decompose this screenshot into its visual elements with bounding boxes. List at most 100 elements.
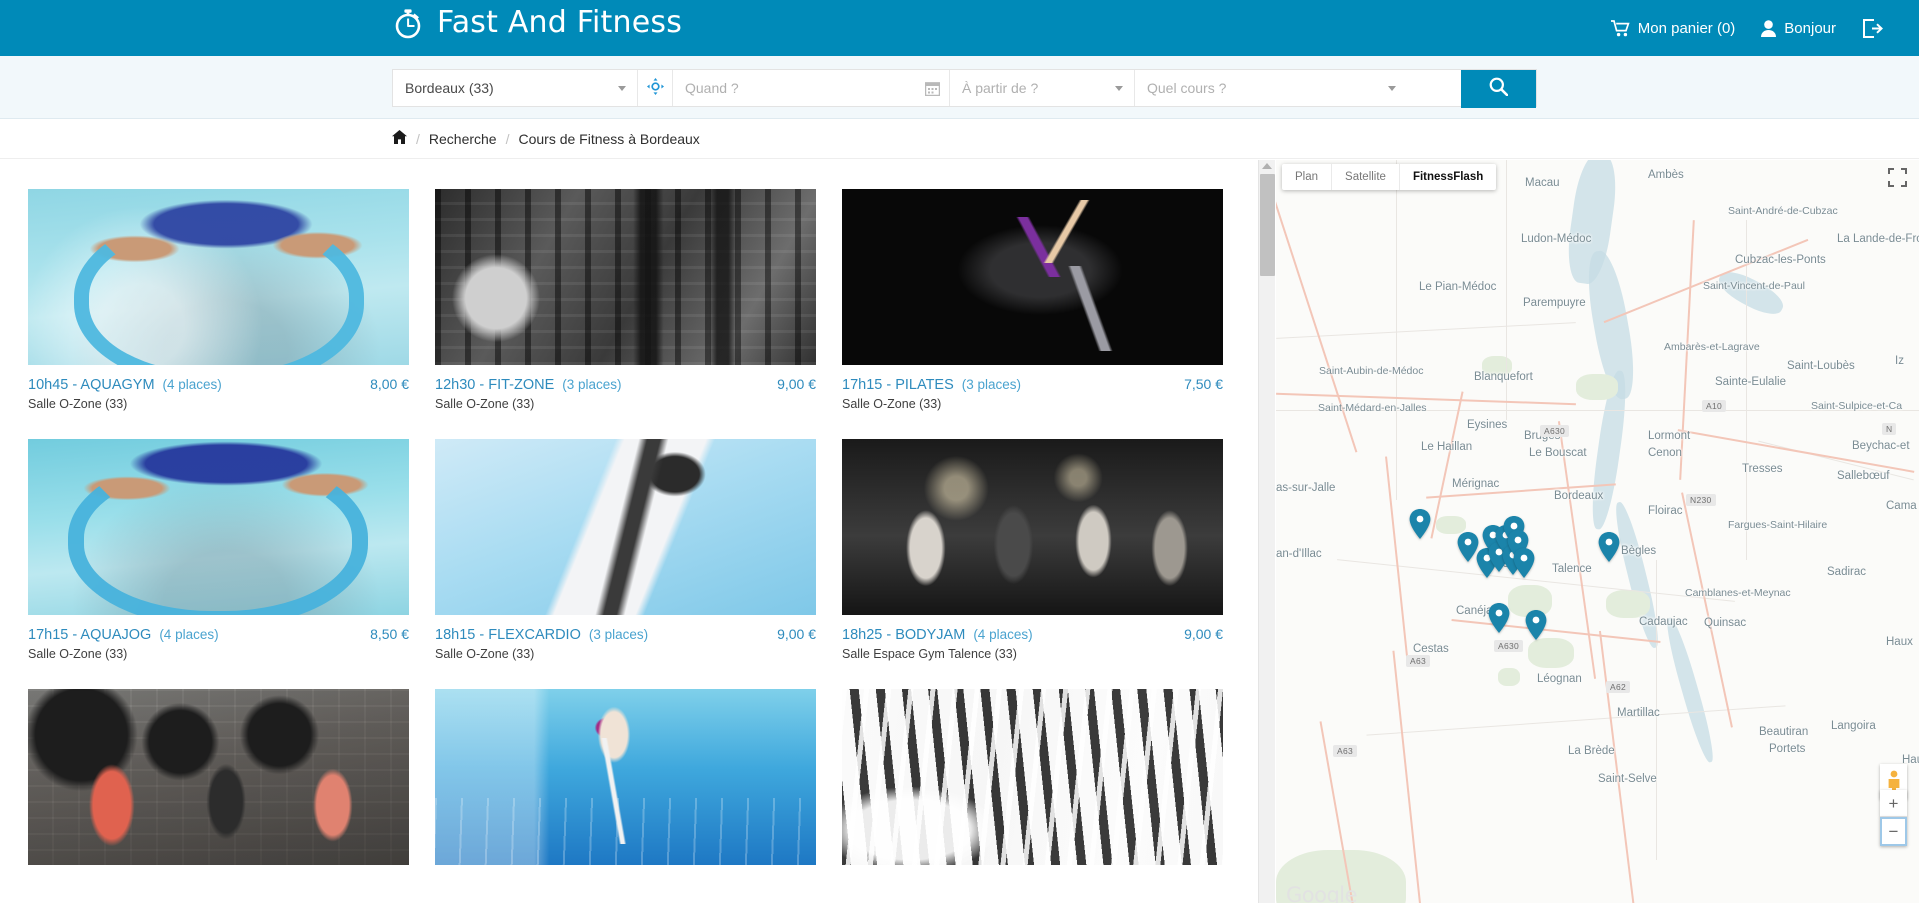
crosshair-icon (646, 78, 664, 98)
geolocate-button[interactable] (638, 70, 673, 106)
course-card[interactable]: 17h15 - PILATES (3 places) 7,50 € Salle … (842, 189, 1223, 411)
map-zoom-controls: + − (1880, 790, 1907, 846)
results-panel: 10h45 - AQUAGYM (4 places) 8,00 € Salle … (0, 160, 1258, 903)
map-tab-satellite[interactable]: Satellite (1332, 164, 1400, 190)
map-marker-pin[interactable] (1409, 509, 1431, 539)
map-place-label: La Brède (1568, 745, 1615, 757)
course-card[interactable]: 12h30 - FIT-ZONE (3 places) 9,00 € Salle… (435, 189, 816, 411)
fullscreen-icon[interactable] (1888, 168, 1907, 187)
map-green-area (1498, 668, 1520, 686)
greeting-label: Bonjour (1784, 19, 1836, 37)
results-scrollbar[interactable] (1258, 160, 1275, 903)
cart-button[interactable]: Mon panier (0) (1610, 19, 1736, 37)
map-place-label: Bègles (1621, 545, 1657, 557)
map-place-label: Saint-Loubès (1787, 360, 1855, 372)
course-price: 8,50 € (370, 626, 409, 642)
map-marker-pin[interactable] (1598, 532, 1620, 562)
map-panel[interactable]: Plan Satellite FitnessFlash Macau Ambès Sa… (1276, 160, 1919, 903)
map-place-label: Eysines (1467, 419, 1508, 431)
breadcrumb-item-recherche[interactable]: Recherche (429, 131, 497, 147)
course-card[interactable]: 18h15 - FLEXCARDIO (3 places) 9,00 € Sal… (435, 439, 816, 661)
city-select[interactable]: Bordeaux (33) (393, 70, 638, 106)
scroll-up-arrow-icon[interactable] (1262, 163, 1272, 169)
map-place-label: as-sur-Jalle (1276, 482, 1336, 494)
map-place-label: Quinsac (1704, 617, 1747, 629)
course-card[interactable]: 10h45 - AQUAGYM (4 places) 8,00 € Salle … (28, 189, 409, 411)
map-marker-pin[interactable] (1525, 610, 1547, 640)
course-venue: Salle O-Zone (33) (28, 647, 128, 661)
brand-name: Fast And Fitness (437, 5, 683, 40)
from-time-select[interactable]: À partir de ? (950, 70, 1135, 106)
map-place-label: Ambès (1648, 169, 1684, 181)
logout-button[interactable] (1862, 18, 1883, 38)
course-title: 10h45 - AQUAGYM (28, 377, 155, 393)
map-place-label: Lormont (1648, 430, 1691, 442)
course-price: 7,50 € (1184, 376, 1223, 392)
course-title: 17h15 - PILATES (842, 377, 954, 393)
results-grid: 10h45 - AQUAGYM (4 places) 8,00 € Salle … (0, 160, 1258, 903)
course-title: 18h15 - FLEXCARDIO (435, 627, 581, 643)
map-road (1396, 160, 1397, 500)
course-card[interactable] (435, 689, 816, 880)
map-place-label: Saint-Aubin-de-Médoc (1319, 365, 1424, 377)
scrollbar-thumb[interactable] (1260, 174, 1275, 276)
map-marker-pin[interactable] (1513, 548, 1535, 578)
map-marker-pin[interactable] (1488, 603, 1510, 633)
course-title: 12h30 - FIT-ZONE (435, 377, 555, 393)
map-green-area (1528, 638, 1574, 668)
course-image-flexcardio (435, 439, 816, 615)
calendar-icon (924, 81, 941, 99)
map-place-label: Le Bouscat (1529, 447, 1587, 459)
chevron-down-icon (618, 86, 626, 91)
course-card[interactable] (842, 689, 1223, 880)
course-venue: Salle O-Zone (33) (435, 397, 535, 411)
map-place-label: Iz (1895, 355, 1904, 367)
course-image-bodyjam (842, 439, 1223, 615)
when-input[interactable]: Quand ? (673, 70, 950, 106)
zoom-out-button[interactable]: − (1880, 817, 1907, 846)
map-green-area (1576, 374, 1618, 400)
course-select[interactable]: Quel cours ? (1135, 70, 1407, 106)
breadcrumb-separator: / (416, 130, 420, 147)
course-places: (4 places) (973, 627, 1033, 642)
course-places: (4 places) (159, 627, 219, 642)
course-title: 18h25 - BODYJAM (842, 627, 966, 643)
map-place-label: La Lande-de-Fro (1837, 233, 1919, 245)
map-place-label: Saint-Médard-en-Jalles (1318, 402, 1427, 414)
city-value: Bordeaux (33) (405, 80, 494, 96)
zoom-in-button[interactable]: + (1880, 790, 1907, 817)
map-place-label: Saint-Sulpice-et-Ca (1811, 400, 1903, 412)
home-icon[interactable] (392, 130, 407, 147)
site-header: Fast And Fitness Mon panier (0) Bonjour (0, 0, 1919, 56)
map-place-label: Le Pian-Médoc (1419, 281, 1497, 293)
logo[interactable]: Fast And Fitness (392, 6, 682, 40)
map-place-label: Cama (1886, 500, 1917, 512)
account-button[interactable]: Bonjour (1761, 20, 1836, 37)
map-road-shield: A630 (1540, 425, 1570, 437)
cart-label: Mon panier (0) (1637, 19, 1736, 37)
stopwatch-icon (392, 6, 426, 40)
map-place-label: Mérignac (1452, 478, 1500, 490)
map-place-label: Bordeaux (1554, 490, 1604, 502)
course-image-aquabike (435, 689, 816, 865)
course-card[interactable]: 17h15 - AQUAJOG (4 places) 8,50 € Salle … (28, 439, 409, 661)
course-card[interactable]: 18h25 - BODYJAM (4 places) 9,00 € Salle … (842, 439, 1223, 661)
map-tab-plan[interactable]: Plan (1282, 164, 1333, 190)
course-image-spinning-bikes (842, 689, 1223, 865)
course-card[interactable] (28, 689, 409, 880)
course-price: 8,00 € (370, 376, 409, 392)
map-road-shield: A10 (1702, 400, 1727, 412)
map-road (1746, 220, 1747, 560)
search-submit-button[interactable] (1461, 70, 1536, 108)
map-place-label: Beychac-et (1852, 440, 1910, 452)
search-icon (1489, 77, 1509, 101)
map-road-shield: A630 (1494, 640, 1524, 652)
chevron-down-icon (1388, 86, 1396, 91)
map-place-label: Talence (1552, 563, 1592, 575)
course-venue: Salle O-Zone (33) (435, 647, 535, 661)
map-place-label: Beautiran (1759, 726, 1809, 738)
map-tab-fitnessflash[interactable]: FitnessFlash (1400, 164, 1496, 190)
map-place-label: Le Haillan (1421, 441, 1473, 453)
breadcrumb: / Recherche / Cours de Fitness à Bordeau… (0, 119, 1919, 159)
logout-icon (1862, 18, 1883, 38)
